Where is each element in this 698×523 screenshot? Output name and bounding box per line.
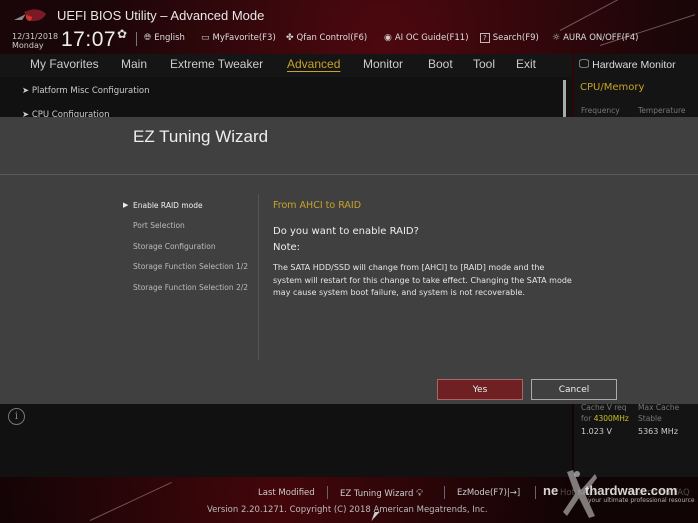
tab-exit[interactable]: Exit	[516, 57, 536, 71]
menu-row-platform-misc[interactable]: ➤ Platform Misc Configuration	[22, 86, 150, 96]
clock: 17:07	[61, 28, 117, 51]
monitor-icon: 🖵︎	[579, 58, 590, 70]
settings-gear-icon[interactable]: ✿	[117, 27, 127, 41]
info-icon[interactable]: i	[8, 408, 25, 425]
dialog-note-label: Note:	[273, 242, 301, 253]
lightbulb-icon: 💡︎	[416, 488, 424, 499]
ez-mode-button[interactable]: EzMode(F7)|→]	[457, 488, 520, 498]
aura-light-icon: ☼	[552, 33, 561, 43]
watermark-brand: thardware.com	[585, 483, 678, 498]
qfan-label: Qfan Control(F6)	[296, 33, 368, 43]
footer-divider	[327, 486, 328, 499]
watermark-prefix: ne	[543, 483, 559, 498]
tab-main[interactable]: Main	[121, 57, 147, 71]
date: 12/31/2018	[12, 32, 59, 41]
qfan-control-button[interactable]: ✤ Qfan Control(F6)	[286, 33, 367, 43]
help-icon: ?	[480, 33, 490, 43]
fan-icon: ✤	[286, 33, 294, 43]
ai-oc-guide-button[interactable]: ◉ AI OC Guide(F11)	[384, 33, 469, 43]
cache-voltage: 1.023 V	[581, 427, 612, 436]
dialog-subtitle: From AHCI to RAID	[273, 200, 362, 211]
last-modified-button[interactable]: Last Modified	[258, 488, 315, 498]
search-button[interactable]: ? Search(F9)	[480, 33, 539, 43]
app-title: UEFI BIOS Utility – Advanced Mode	[57, 8, 265, 23]
wizard-step-enable-raid[interactable]: Enable RAID mode	[133, 201, 203, 210]
dialog-body-text: The SATA HDD/SSD will change from [AHCI]…	[273, 263, 572, 297]
ez-tuning-wizard-button[interactable]: EZ Tuning Wizard 💡︎	[340, 488, 423, 499]
tab-monitor[interactable]: Monitor	[363, 57, 403, 71]
myfavorite-label: MyFavorite(F3)	[212, 33, 276, 43]
wizard-step-port-selection[interactable]: Port Selection	[133, 221, 185, 230]
watermark-tagline: your ultimate professional resource	[588, 497, 695, 504]
hw-label-max-cache: Max Cache	[638, 403, 680, 412]
dialog-question: Do you want to enable RAID?	[273, 226, 419, 237]
dialog-divider	[0, 174, 698, 175]
max-cache-frequency: 5363 MHz	[638, 427, 679, 436]
yes-button[interactable]: Yes	[437, 379, 523, 400]
globe-icon: 🌐︎	[144, 33, 152, 43]
toolbar-divider	[136, 32, 137, 46]
hw-label-temperature: Temperature	[638, 106, 686, 115]
aura-label: AURA ON/OFF(F4)	[563, 33, 639, 43]
hw-label-cache-vreq: Cache V req	[581, 403, 627, 412]
footer-divider	[535, 486, 536, 499]
row-label: Platform Misc Configuration	[31, 86, 150, 96]
hw-label-stable: Stable	[638, 414, 662, 423]
ai-chip-icon: ◉	[384, 33, 392, 43]
dialog-column-divider	[258, 194, 259, 360]
wizard-step-storage-function-1[interactable]: Storage Function Selection 1/2	[133, 262, 248, 271]
ez-tuning-wizard-dialog	[0, 117, 698, 404]
wizard-step-storage-function-2[interactable]: Storage Function Selection 2/2	[133, 283, 248, 292]
rog-logo-icon	[14, 9, 46, 22]
version-text: Version 2.20.1271. Copyright (C) 2018 Am…	[207, 505, 488, 515]
wizard-step-storage-configuration[interactable]: Storage Configuration	[133, 242, 216, 251]
tab-tool[interactable]: Tool	[473, 57, 495, 71]
myfavorite-button[interactable]: ▭ MyFavorite(F3)	[201, 33, 276, 43]
language-label: English	[154, 33, 185, 43]
day: Monday	[12, 41, 44, 50]
tab-boot[interactable]: Boot	[428, 57, 453, 71]
scrollbar[interactable]	[563, 80, 566, 118]
aura-toggle-button[interactable]: ☼ AURA ON/OFF(F4)	[552, 33, 639, 43]
cancel-button[interactable]: Cancel	[531, 379, 617, 400]
date-display: 12/31/2018 Monday	[12, 32, 58, 50]
hardware-monitor-label: Hardware Monitor	[592, 58, 676, 71]
hardware-monitor-title: 🖵︎ Hardware Monitor	[579, 58, 676, 71]
tab-advanced[interactable]: Advanced	[287, 57, 340, 71]
cache-freq: 4300MHz	[593, 414, 629, 423]
favorite-icon: ▭	[201, 33, 210, 43]
hw-label-cache-for: for 4300MHz	[581, 414, 629, 423]
ez-tuning-label: EZ Tuning Wizard	[340, 489, 414, 499]
dialog-title: EZ Tuning Wizard	[133, 127, 269, 146]
active-step-arrow-icon: ▶	[123, 201, 129, 209]
chevron-right-icon: ➤	[22, 86, 32, 96]
tab-extreme-tweaker[interactable]: Extreme Tweaker	[170, 57, 263, 71]
ai-oc-label: AI OC Guide(F11)	[394, 33, 469, 43]
hw-category: CPU/Memory	[580, 82, 645, 93]
search-label: Search(F9)	[492, 33, 539, 43]
language-button[interactable]: 🌐︎ English	[144, 33, 185, 43]
for-label: for	[581, 414, 592, 423]
footer-divider	[444, 486, 445, 499]
hw-label-frequency: Frequency	[581, 106, 620, 115]
tab-my-favorites[interactable]: My Favorites	[30, 57, 99, 71]
